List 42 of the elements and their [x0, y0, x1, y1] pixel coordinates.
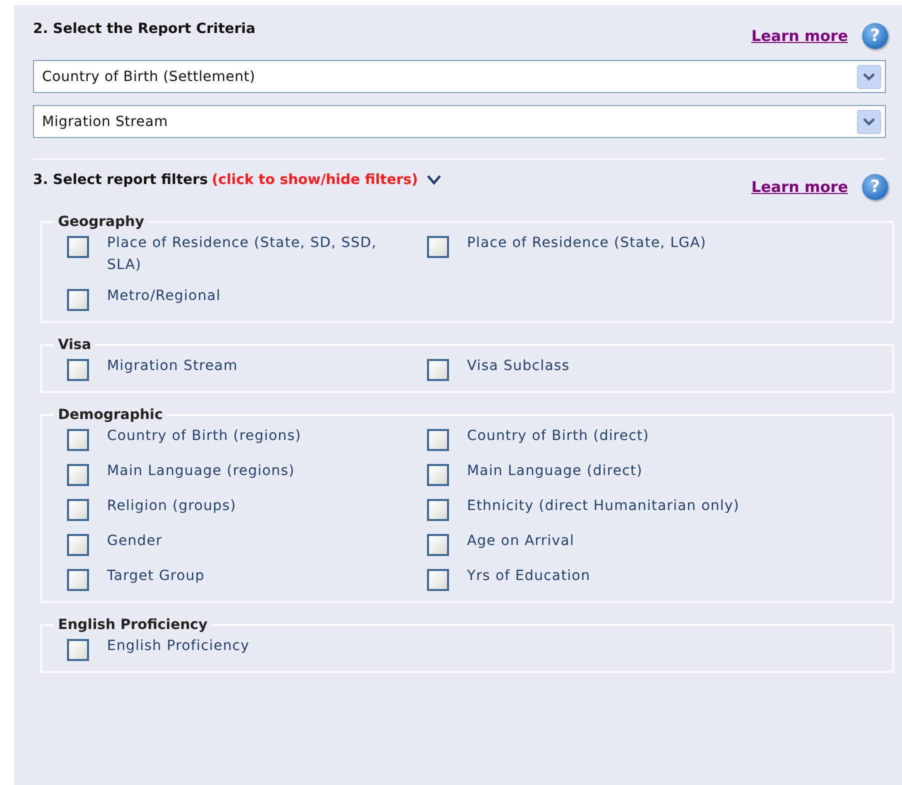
- dropdown[interactable]: Migration Stream: [33, 105, 886, 138]
- group-legend: Visa: [54, 337, 96, 353]
- checkbox[interactable]: [427, 534, 449, 556]
- checkbox-label: Main Language (direct): [467, 462, 643, 481]
- checkbox-label: Ethnicity (direct Humanitarian only): [467, 497, 740, 516]
- dropdown[interactable]: Country of Birth (Settlement): [33, 60, 886, 93]
- checkbox[interactable]: [427, 359, 449, 381]
- learn-more-link[interactable]: Learn more: [751, 178, 848, 196]
- checkbox-label: Visa Subclass: [467, 357, 570, 376]
- checkbox-label: English Proficiency: [107, 637, 250, 656]
- checkbox[interactable]: [67, 359, 89, 381]
- checkbox-label: Migration Stream: [107, 357, 238, 376]
- checkbox-label: Place of Residence (State, SD, SSD, SLA): [107, 234, 378, 275]
- checkbox-label: Target Group: [107, 567, 205, 586]
- checkbox[interactable]: [67, 534, 89, 556]
- group-legend: English Proficiency: [54, 617, 212, 633]
- checkbox[interactable]: [67, 499, 89, 521]
- checkbox[interactable]: [427, 236, 449, 258]
- learn-more-link[interactable]: Learn more: [751, 27, 848, 45]
- checkbox-label: Main Language (regions): [107, 462, 295, 481]
- checkbox[interactable]: [67, 289, 89, 311]
- checkbox-label: Country of Birth (regions): [107, 427, 302, 446]
- checkbox[interactable]: [67, 639, 89, 661]
- checkbox-label: Metro/Regional: [107, 287, 221, 306]
- checkbox-label: Gender: [107, 532, 162, 551]
- checkbox-label: Religion (groups): [107, 497, 236, 516]
- checkbox[interactable]: [427, 499, 449, 521]
- checkbox[interactable]: [67, 236, 89, 258]
- checkbox[interactable]: [67, 569, 89, 591]
- checkbox-label: Yrs of Education: [467, 567, 590, 586]
- checkbox-label: Place of Residence (State, LGA): [467, 234, 706, 253]
- checkbox[interactable]: [427, 569, 449, 591]
- checkbox-label: Country of Birth (direct): [467, 427, 650, 446]
- group-legend: Demographic: [54, 407, 167, 423]
- checkbox[interactable]: [67, 464, 89, 486]
- checkbox[interactable]: [427, 464, 449, 486]
- checkbox[interactable]: [67, 429, 89, 451]
- section-title: 3. Select report filters: [33, 172, 208, 188]
- group-legend: Geography: [54, 214, 148, 230]
- checkbox-label: Age on Arrival: [467, 532, 574, 551]
- checkbox[interactable]: [427, 429, 449, 451]
- section-title: 2. Select the Report Criteria: [33, 21, 256, 37]
